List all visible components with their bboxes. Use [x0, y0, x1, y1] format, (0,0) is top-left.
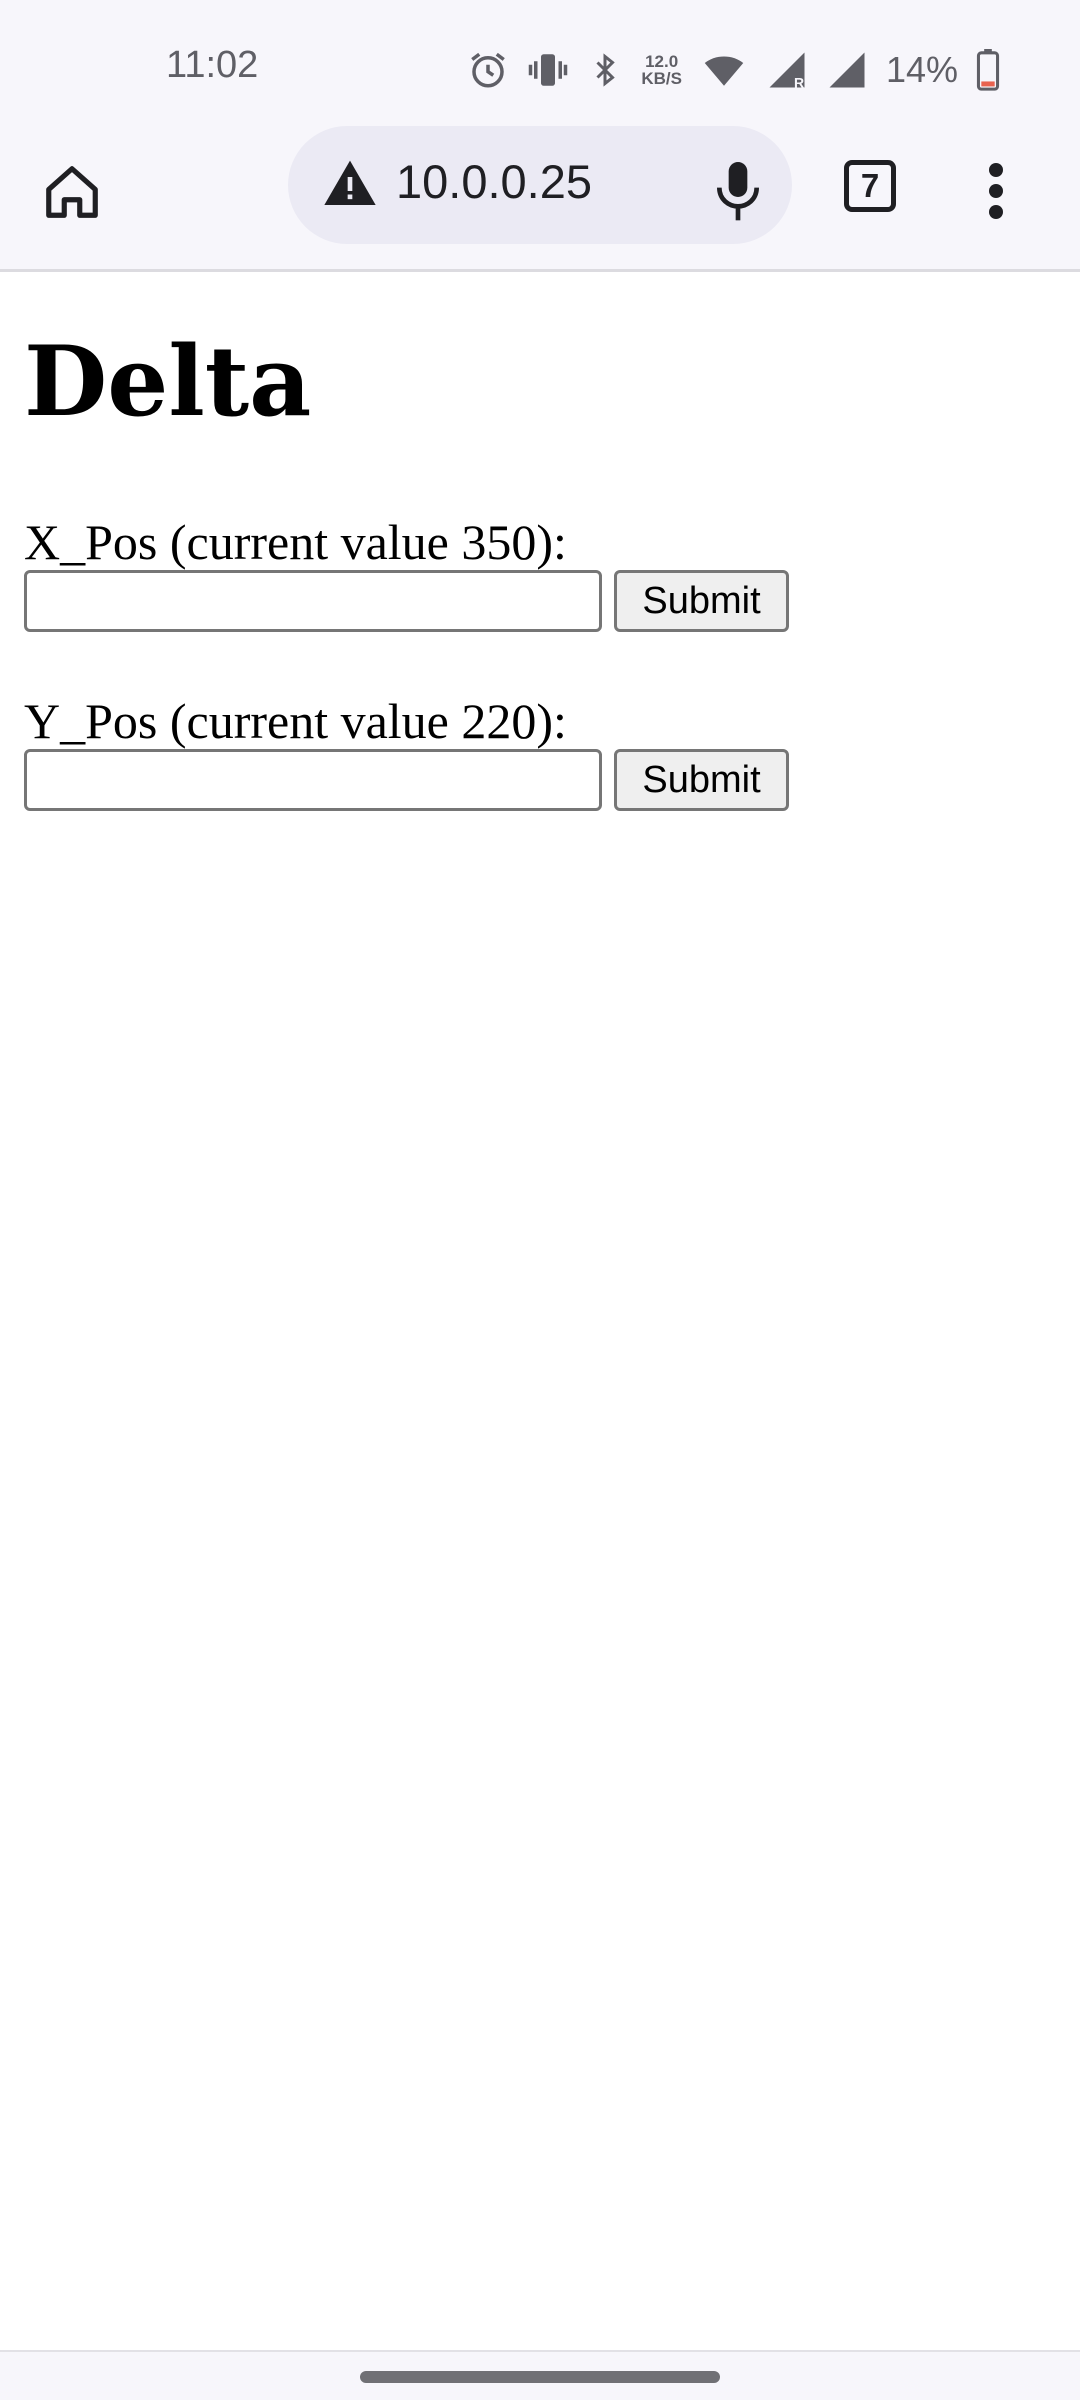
svg-text:R: R	[794, 75, 804, 91]
more-menu-button[interactable]	[958, 152, 1034, 234]
battery-icon	[976, 49, 1000, 91]
x-pos-input[interactable]	[24, 570, 602, 632]
voice-search-button[interactable]	[698, 150, 778, 234]
home-button[interactable]	[30, 152, 114, 236]
signal-icon	[826, 49, 868, 91]
bluetooth-icon	[587, 49, 623, 91]
status-bar: 11:02 12.0 KB/S R 14%	[0, 0, 1080, 130]
alarm-icon	[467, 49, 509, 91]
gesture-handle[interactable]	[360, 2371, 720, 2383]
vibrate-icon	[527, 49, 569, 91]
y-pos-submit-button[interactable]: Submit	[614, 749, 789, 811]
wifi-icon	[700, 49, 748, 91]
net-speed: 12.0 KB/S	[641, 53, 682, 87]
signal-roaming-icon: R	[766, 49, 808, 91]
page-title: Delta	[24, 325, 312, 438]
home-icon	[41, 161, 103, 227]
more-vert-icon	[986, 163, 1006, 223]
navigation-bar	[0, 2350, 1080, 2400]
battery-percent: 14%	[885, 49, 958, 90]
warning-icon[interactable]	[322, 156, 378, 212]
web-page: Delta X_Pos (current value 350): Submit …	[0, 275, 1080, 2350]
net-speed-unit: KB/S	[641, 69, 682, 88]
y-pos-input[interactable]	[24, 749, 602, 811]
status-icons: 12.0 KB/S R 14%	[467, 40, 1000, 100]
y-pos-label: Y_Pos (current value 220):	[24, 693, 567, 749]
x-pos-label: X_Pos (current value 350):	[24, 514, 567, 570]
url-text[interactable]: 10.0.0.25	[396, 154, 592, 209]
net-speed-value: 12.0	[645, 52, 679, 71]
tabs-icon: 7	[844, 160, 896, 212]
status-time: 11:02	[166, 44, 259, 86]
tabs-button[interactable]: 7	[836, 152, 916, 232]
mic-icon	[710, 157, 766, 227]
x-pos-submit-button[interactable]: Submit	[614, 570, 789, 632]
